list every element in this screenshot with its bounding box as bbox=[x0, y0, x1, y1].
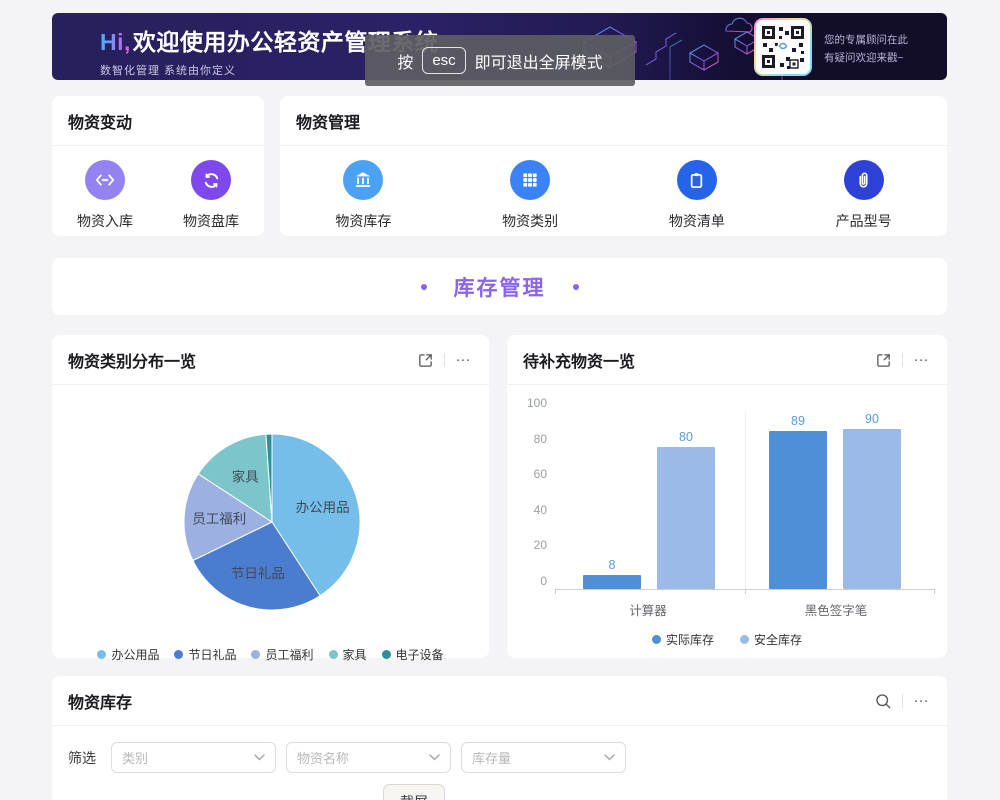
section-banner-inventory-management: 库存管理 bbox=[52, 258, 947, 315]
toast-suffix: 即可退出全屏模式 bbox=[475, 49, 603, 73]
axis-tick bbox=[934, 589, 935, 594]
y-tick: 40 bbox=[507, 503, 547, 517]
nav-item-product-model[interactable]: 产品型号 bbox=[836, 160, 892, 231]
nav-label: 物资入库 bbox=[77, 211, 133, 231]
qr-pattern bbox=[759, 23, 807, 71]
category-label: 计算器 bbox=[598, 600, 698, 619]
y-tick: 0 bbox=[507, 574, 547, 588]
legend-item[interactable]: 安全库存 bbox=[740, 631, 802, 648]
y-tick: 100 bbox=[507, 396, 547, 410]
chevron-down-icon bbox=[254, 754, 265, 761]
svg-text:节日礼品: 节日礼品 bbox=[231, 566, 285, 581]
grid-icon bbox=[510, 160, 550, 200]
left-dot bbox=[421, 284, 427, 290]
paperclip-icon bbox=[844, 160, 884, 200]
toast-prefix: 按 bbox=[397, 49, 413, 73]
material-manage-title: 物资管理 bbox=[296, 109, 360, 133]
y-tick: 20 bbox=[507, 538, 547, 552]
more-options-icon[interactable]: … bbox=[913, 352, 931, 368]
pie-chart[interactable]: 办公用品节日礼品 员工福利 家具 bbox=[52, 385, 489, 635]
fullscreen-exit-toast: 按 esc 即可退出全屏模式 bbox=[365, 35, 635, 86]
sync-icon bbox=[191, 160, 231, 200]
category-label: 黑色签字笔 bbox=[776, 600, 896, 619]
more-options-icon[interactable]: … bbox=[913, 693, 931, 709]
svg-text:办公用品: 办公用品 bbox=[296, 500, 350, 515]
expand-icon[interactable] bbox=[875, 352, 892, 369]
svg-text:员工福利: 员工福利 bbox=[192, 512, 246, 527]
expand-icon[interactable] bbox=[417, 352, 434, 369]
inventory-card: 物资库存 … 筛选 类别 物资名称 库存量 bbox=[52, 676, 947, 800]
bar-legend: 实际库存 安全库存 bbox=[507, 631, 947, 648]
bar-actual-calculator[interactable]: 8 bbox=[583, 575, 641, 589]
category-select[interactable]: 类别 bbox=[111, 742, 276, 773]
bar-actual-pen[interactable]: 89 bbox=[769, 431, 827, 589]
nav-item-material-list[interactable]: 物资清单 bbox=[669, 160, 725, 231]
legend-item[interactable]: 家具 bbox=[329, 646, 367, 663]
chevron-down-icon bbox=[604, 754, 615, 761]
filter-label: 筛选 bbox=[68, 748, 96, 768]
nav-label: 物资库存 bbox=[335, 211, 391, 231]
transfer-icon bbox=[85, 160, 125, 200]
section-title: 库存管理 bbox=[454, 272, 546, 302]
pie-card-title: 物资类别分布一览 bbox=[68, 348, 196, 372]
plot-area: 8 80 89 90 计算器 黑色签字笔 bbox=[555, 412, 935, 590]
esc-keycap: esc bbox=[422, 47, 465, 74]
material-name-select[interactable]: 物资名称 bbox=[286, 742, 451, 773]
search-icon[interactable] bbox=[874, 692, 892, 710]
bar-chart[interactable]: 0 20 40 60 80 100 8 80 89 90 计算器 黑色签字笔 实… bbox=[507, 381, 947, 658]
nav-label: 物资盘库 bbox=[183, 211, 239, 231]
legend-item[interactable]: 电子设备 bbox=[382, 646, 444, 663]
legend-item[interactable]: 办公用品 bbox=[97, 646, 159, 663]
axis-tick bbox=[745, 589, 746, 594]
legend-item[interactable]: 实际库存 bbox=[652, 631, 714, 648]
pie-legend: 办公用品 节日礼品 员工福利 家具 电子设备 bbox=[52, 646, 489, 663]
screenshot-button[interactable]: 截屏 bbox=[383, 784, 445, 800]
chevron-down-icon bbox=[429, 754, 440, 761]
category-split-line bbox=[745, 412, 746, 589]
restock-needed-card: 待补充物资一览 … 0 20 40 60 80 100 8 80 89 90 计… bbox=[507, 335, 947, 658]
nav-label: 物资类别 bbox=[502, 211, 558, 231]
right-dot bbox=[573, 284, 579, 290]
divider bbox=[444, 353, 445, 367]
inventory-title: 物资库存 bbox=[68, 689, 132, 713]
svg-text:家具: 家具 bbox=[232, 469, 259, 485]
nav-label: 产品型号 bbox=[836, 211, 892, 231]
stock-amount-select[interactable]: 库存量 bbox=[461, 742, 626, 773]
nav-label: 物资清单 bbox=[669, 211, 725, 231]
category-distribution-card: 物资类别分布一览 … 办公用品节日礼品 员工福利 家具 办公用品 节日礼品 员工福利… bbox=[52, 335, 489, 658]
nav-item-material-inventory[interactable]: 物资库存 bbox=[335, 160, 391, 231]
bar-safety-pen[interactable]: 90 bbox=[843, 429, 901, 589]
nav-item-material-inbound[interactable]: 物资入库 bbox=[77, 160, 133, 231]
legend-item[interactable]: 员工福利 bbox=[251, 646, 313, 663]
material-change-title: 物资变动 bbox=[68, 109, 132, 133]
banner-greeting-highlight: Hi, bbox=[100, 29, 131, 55]
more-options-icon[interactable]: … bbox=[455, 352, 473, 368]
divider bbox=[902, 353, 903, 367]
material-change-card: 物资变动 物资入库 物资盘库 bbox=[52, 96, 264, 236]
nav-item-material-category[interactable]: 物资类别 bbox=[502, 160, 558, 231]
y-tick: 80 bbox=[507, 432, 547, 446]
y-tick: 60 bbox=[507, 467, 547, 481]
qr-caption: 您的专属顾问在此 有疑问欢迎来戳~ bbox=[824, 31, 908, 68]
bank-icon bbox=[343, 160, 383, 200]
bar-card-title: 待补充物资一览 bbox=[523, 348, 635, 372]
material-manage-card: 物资管理 物资库存 物资类别 bbox=[280, 96, 947, 236]
clipboard-icon bbox=[677, 160, 717, 200]
bar-safety-calculator[interactable]: 80 bbox=[657, 447, 715, 589]
qr-code[interactable] bbox=[754, 18, 812, 76]
divider bbox=[902, 694, 903, 708]
legend-item[interactable]: 节日礼品 bbox=[174, 646, 236, 663]
axis-tick bbox=[555, 589, 556, 594]
nav-item-material-stocktake[interactable]: 物资盘库 bbox=[183, 160, 239, 231]
